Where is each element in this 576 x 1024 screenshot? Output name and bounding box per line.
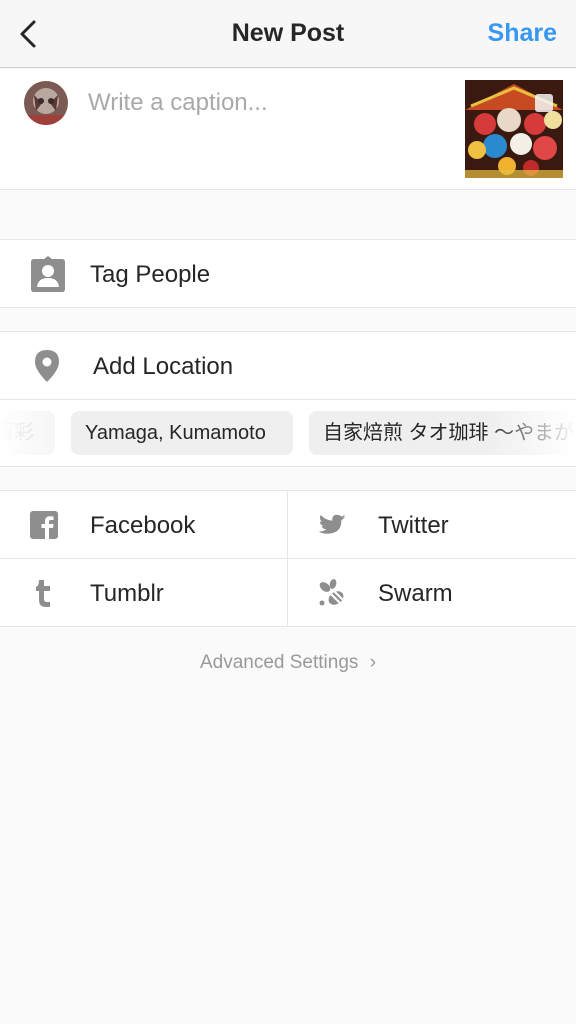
divider — [287, 491, 288, 627]
tag-people-row[interactable]: Tag People — [0, 239, 576, 308]
caption-input[interactable]: Write a caption... — [88, 89, 268, 117]
advanced-settings-link[interactable]: Advanced Settings › — [0, 652, 576, 674]
caption-section: Write a caption... — [0, 69, 576, 190]
add-location-row[interactable]: Add Location — [0, 331, 576, 400]
location-suggestions: 百彩 Yamaga, Kumamoto 自家焙煎 タオ珈琲 ～やまが～ — [0, 400, 576, 467]
tag-people-label: Tag People — [90, 261, 211, 288]
nav-bar: New Post Share — [0, 0, 576, 68]
twitter-icon — [316, 509, 348, 541]
divider — [0, 558, 576, 559]
share-twitter[interactable]: Twitter — [288, 491, 576, 559]
share-button[interactable]: Share — [488, 19, 557, 48]
swarm-icon — [316, 577, 348, 609]
tumblr-icon — [28, 577, 60, 609]
twitter-label: Twitter — [378, 512, 449, 539]
swarm-label: Swarm — [378, 580, 453, 607]
facebook-icon — [28, 509, 60, 541]
advanced-settings-label: Advanced Settings — [199, 652, 359, 673]
location-chip[interactable]: Yamaga, Kumamoto — [71, 411, 293, 455]
post-thumbnail — [465, 80, 563, 178]
add-location-label: Add Location — [93, 353, 234, 380]
share-tumblr[interactable]: Tumblr — [0, 559, 288, 627]
location-pin-icon — [32, 348, 72, 384]
share-facebook[interactable]: Facebook — [0, 491, 288, 559]
chevron-right-icon: › — [369, 652, 377, 673]
avatar — [24, 81, 68, 125]
location-chip[interactable]: 百彩 — [0, 411, 55, 455]
facebook-label: Facebook — [90, 512, 196, 539]
tumblr-label: Tumblr — [90, 580, 164, 607]
location-chip[interactable]: 自家焙煎 タオ珈琲 ～やまが～ — [309, 411, 576, 455]
share-targets: Facebook Twitter Tumblr Swarm — [0, 490, 576, 627]
tag-person-icon — [28, 256, 68, 292]
share-swarm[interactable]: Swarm — [288, 559, 576, 627]
